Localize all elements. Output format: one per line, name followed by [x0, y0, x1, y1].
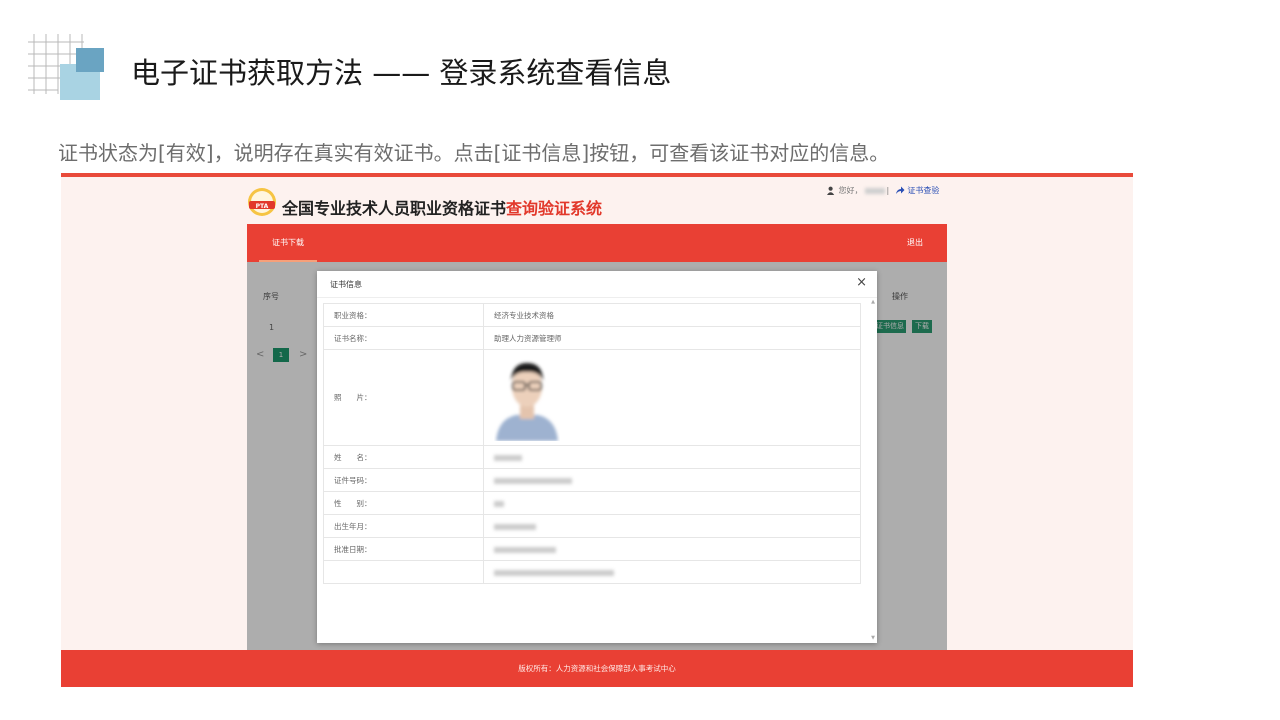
gender-label: 性 别： [323, 491, 484, 515]
site-title-main: 全国专业技术人员职业资格证书 [282, 199, 507, 218]
approve-date-label: 批准日期： [323, 537, 484, 561]
svg-text:PTA: PTA [256, 203, 269, 210]
table-row: 职业资格： 经济专业技术资格 [323, 303, 861, 327]
table-row: 证书名称： 助理人力资源管理师 [323, 326, 861, 350]
table-row: 照 片： [323, 349, 861, 446]
slide-title: 电子证书获取方法 —— 登录系统查看信息 [131, 56, 672, 90]
birth-label: 出生年月： [323, 514, 484, 538]
extra-value-blurred [483, 560, 861, 584]
table-row: 证件号码： [323, 468, 861, 492]
qualification-label: 职业资格： [323, 303, 484, 327]
logout-link[interactable]: 退出 [907, 224, 923, 262]
name-value-blurred [483, 445, 861, 469]
cert-info-table: 职业资格： 经济专业技术资格 证书名称： 助理人力资源管理师 照 片： 姓 名：… [323, 303, 861, 584]
user-area: 您好， | 证书查验 [827, 185, 939, 196]
birth-value-blurred [483, 514, 861, 538]
scroll-up-arrow[interactable]: ▲ [871, 299, 875, 305]
modal-title: 证书信息 [330, 280, 362, 289]
user-separator: | [886, 186, 890, 195]
table-row: 姓 名： [323, 445, 861, 469]
id-photo [494, 352, 560, 441]
table-row: 性 别： [323, 491, 861, 515]
id-number-value-blurred [483, 468, 861, 492]
user-greeting: 您好， [838, 186, 863, 195]
user-icon [827, 186, 835, 195]
table-row [323, 560, 861, 584]
qualification-value: 经济专业技术资格 [483, 303, 861, 327]
verify-link[interactable]: 证书查验 [907, 186, 939, 195]
slide-description: 证书状态为[有效]，说明存在真实有效证书。点击[证书信息]按钮，可查看该证书对应… [58, 141, 890, 165]
approve-date-value-blurred [483, 537, 861, 561]
id-number-label: 证件号码： [323, 468, 484, 492]
top-accent-line [61, 173, 1133, 177]
user-name-blurred [864, 187, 885, 194]
site-title: 全国专业技术人员职业资格证书查询验证系统 [282, 195, 602, 219]
close-icon[interactable]: × [856, 275, 867, 291]
nav-bar: 证书下载 退出 [247, 224, 947, 262]
cert-name-label: 证书名称： [323, 326, 484, 350]
name-label: 姓 名： [323, 445, 484, 469]
site-footer: 版权所有：人力资源和社会保障部人事考试中心 [61, 650, 1133, 687]
share-arrow-icon [895, 186, 905, 194]
photo-cell [483, 349, 861, 446]
pta-logo-icon: PTA [248, 188, 276, 216]
empty-label [323, 560, 484, 584]
table-row: 批准日期： [323, 537, 861, 561]
system-screenshot: PTA 全国专业技术人员职业资格证书查询验证系统 您好， | 证书查验 证书下载 … [61, 173, 1133, 687]
photo-label: 照 片： [323, 349, 484, 446]
table-row: 出生年月： [323, 514, 861, 538]
gender-value-blurred [483, 491, 861, 515]
scroll-down-arrow[interactable]: ▼ [871, 635, 875, 641]
cert-info-modal: 证书信息 × ▲ ▼ 职业资格： 经济专业技术资格 证书名称： 助理人力资源管理… [317, 271, 877, 643]
modal-header: 证书信息 × [317, 271, 877, 298]
tab-cert-download[interactable]: 证书下载 [259, 224, 317, 262]
site-title-accent: 查询验证系统 [506, 199, 603, 218]
grid-logo-icon [28, 34, 104, 100]
cert-name-value: 助理人力资源管理师 [483, 326, 861, 350]
